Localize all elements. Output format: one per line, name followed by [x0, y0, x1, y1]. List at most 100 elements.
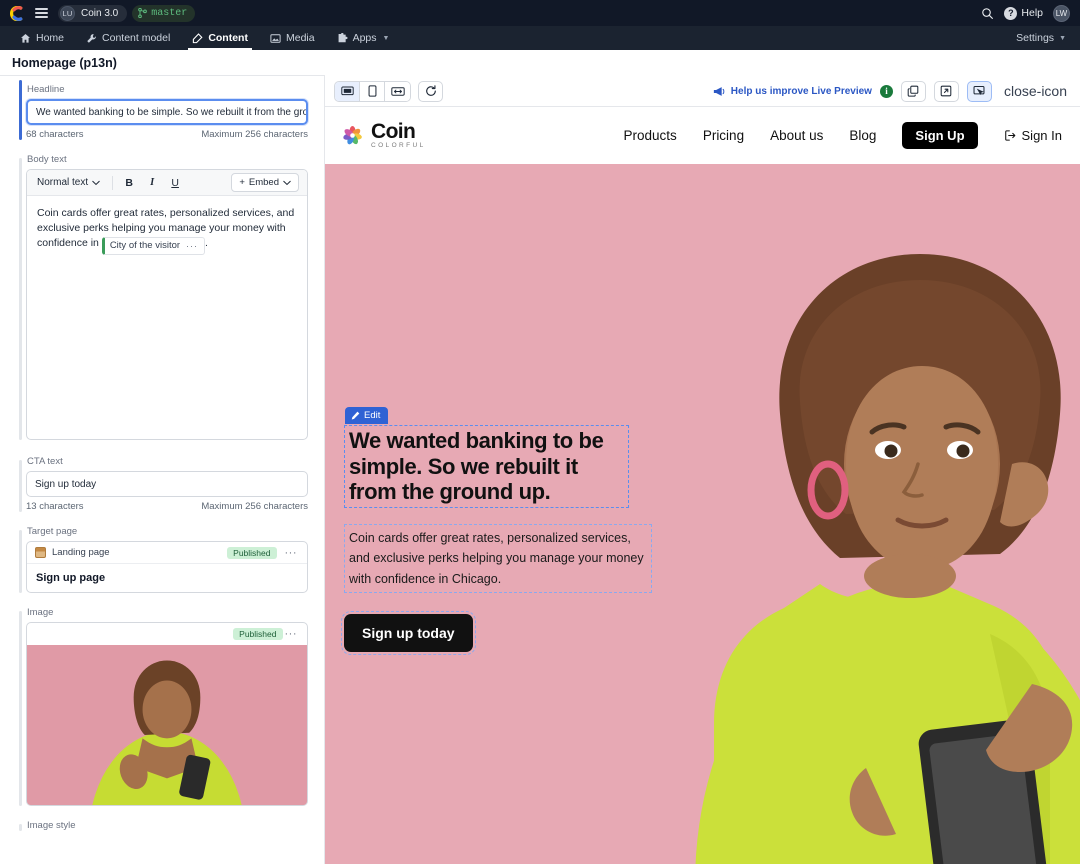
nav-item-content-model[interactable]: Content model — [76, 26, 180, 50]
open-in-new-tab-button[interactable] — [933, 80, 959, 102]
italic-button[interactable]: I — [142, 173, 162, 193]
site-brand[interactable]: Coin COLORFUL — [341, 121, 426, 150]
hero-content: Edit We wanted banking to be simple. So … — [341, 407, 654, 656]
hero-headline[interactable]: We wanted banking to be simple. So we re… — [344, 425, 629, 508]
search-icon[interactable] — [981, 7, 994, 20]
field-target-page: Target page Landing page Published ··· S… — [0, 526, 324, 593]
preview-toolbar: Help us improve Live Preview i close-ico… — [325, 76, 1080, 107]
main-layout: Headline We wanted banking to be simple.… — [0, 76, 1080, 864]
field-image-style: Image style — [0, 820, 324, 831]
help-button[interactable]: ? Help — [1004, 6, 1043, 20]
nav-item-apps[interactable]: Apps ▼ — [327, 26, 400, 50]
field-label: CTA text — [27, 456, 63, 467]
body-paragraph-tail: . — [205, 237, 208, 250]
field-body-text: Body text Normal text B I U + Embed Coin… — [0, 154, 324, 440]
embed-label: Embed — [248, 177, 279, 188]
image-menu-dots-icon[interactable]: ··· — [283, 628, 300, 640]
copy-icon — [908, 85, 919, 97]
responsive-view-button[interactable] — [385, 81, 410, 101]
chevron-down-icon: ▼ — [382, 34, 390, 42]
chip-label: City of the visitor — [109, 240, 181, 252]
nav-item-content[interactable]: Content — [182, 26, 258, 50]
mobile-view-button[interactable] — [360, 81, 385, 101]
app-root: LU Coin 3.0 master ? Help LW Home Conten… — [0, 0, 1080, 864]
page-title: Homepage (p13n) — [12, 55, 117, 70]
home-icon — [21, 33, 30, 43]
site-nav-blog[interactable]: Blog — [849, 128, 876, 143]
reference-menu-dots-icon[interactable]: ··· — [283, 547, 300, 559]
bold-button[interactable]: B — [119, 173, 139, 193]
site-nav-products[interactable]: Products — [624, 128, 677, 143]
pencil-icon — [351, 411, 360, 420]
embed-button[interactable]: + Embed — [231, 173, 299, 192]
field-label: Image — [27, 607, 54, 618]
site-preview-frame: Coin COLORFUL Products Pricing About us … — [325, 107, 1080, 864]
hero-cta-button[interactable]: Sign up today — [341, 611, 476, 656]
nav-label: Content — [208, 32, 248, 44]
site-signin-link[interactable]: Sign In — [1004, 128, 1062, 143]
inline-embed-chip[interactable]: City of the visitor ··· — [101, 237, 206, 256]
headline-input[interactable]: We wanted banking to be simple. So we re… — [26, 99, 308, 125]
info-badge-icon[interactable]: i — [879, 84, 893, 98]
site-header: Coin COLORFUL Products Pricing About us … — [325, 107, 1080, 164]
sign-in-arrow-icon — [1004, 130, 1015, 141]
site-signup-button[interactable]: Sign Up — [902, 122, 978, 149]
nav-label: Home — [36, 32, 65, 44]
field-cta-text: CTA text Sign up today 13 characters Max… — [0, 456, 324, 512]
char-count: 13 characters — [26, 501, 84, 512]
toolbar-divider — [112, 175, 114, 190]
field-headline: Headline We wanted banking to be simple.… — [0, 76, 324, 140]
nav-item-media[interactable]: Media — [260, 26, 325, 50]
improve-label: Help us improve Live Preview — [730, 85, 872, 97]
hero-body-text[interactable]: Coin cards offer great rates, personaliz… — [344, 523, 652, 594]
user-avatar[interactable]: LW — [1053, 4, 1070, 22]
hamburger-menu-icon[interactable] — [33, 6, 50, 20]
chip-menu-dots-icon[interactable]: ··· — [186, 240, 198, 253]
nav-item-settings[interactable]: Settings ▼ — [1012, 32, 1070, 44]
resize-horizontal-icon — [390, 86, 405, 96]
megaphone-icon — [713, 86, 725, 96]
cta-text-input[interactable]: Sign up today — [26, 471, 308, 497]
brand-name: Coin — [371, 120, 416, 144]
image-asset-card[interactable]: Published ··· — [26, 622, 308, 806]
text-style-select[interactable]: Normal text — [35, 177, 106, 188]
space-name: Coin 3.0 — [81, 7, 119, 19]
help-label: Help — [1021, 7, 1043, 19]
reference-card-header: Landing page Published ··· — [27, 542, 307, 564]
close-preview-button[interactable]: close-icon — [1000, 83, 1071, 99]
edit-field-button[interactable]: Edit — [345, 407, 389, 424]
reference-type-label: Landing page — [52, 547, 110, 558]
site-nav-about-us[interactable]: About us — [770, 128, 823, 143]
underline-button[interactable]: U — [165, 173, 185, 193]
desktop-view-button[interactable] — [335, 81, 360, 101]
branch-name: master — [151, 7, 188, 19]
wrench-icon — [87, 33, 96, 43]
page-title-bar: Homepage (p13n) — [0, 50, 325, 76]
content-icon — [193, 32, 203, 43]
reload-preview-button[interactable] — [418, 80, 443, 102]
space-avatar: LU — [60, 5, 75, 21]
top-bar: LU Coin 3.0 master ? Help LW — [0, 0, 1080, 26]
target-page-reference-card[interactable]: Landing page Published ··· Sign up page — [26, 541, 308, 593]
branch-selector[interactable]: master — [132, 4, 196, 22]
media-image-icon — [270, 33, 281, 43]
entry-form-pane: Headline We wanted banking to be simple.… — [0, 76, 325, 864]
nav-item-home[interactable]: Home — [10, 26, 74, 50]
image-thumbnail — [27, 645, 307, 805]
rte-content-area[interactable]: Coin cards offer great rates, personaliz… — [27, 196, 307, 439]
inspect-mode-button[interactable] — [966, 80, 992, 102]
contentful-logo-icon[interactable] — [10, 5, 25, 21]
field-label: Body text — [27, 154, 67, 165]
space-selector[interactable]: LU Coin 3.0 — [58, 4, 128, 22]
nav-right: Settings ▼ — [1012, 32, 1070, 44]
status-badge: Published — [227, 546, 277, 559]
image-card-header: Published ··· — [27, 623, 307, 645]
site-nav-pricing[interactable]: Pricing — [703, 128, 744, 143]
reference-title: Sign up page — [36, 572, 106, 584]
cursor-inspect-icon — [973, 86, 985, 95]
hero-photo — [660, 164, 1080, 864]
improve-live-preview-link[interactable]: Help us improve Live Preview — [713, 86, 872, 97]
landing-page-icon — [35, 547, 46, 558]
question-circle-icon: ? — [1004, 6, 1018, 20]
copy-url-button[interactable] — [900, 80, 926, 102]
